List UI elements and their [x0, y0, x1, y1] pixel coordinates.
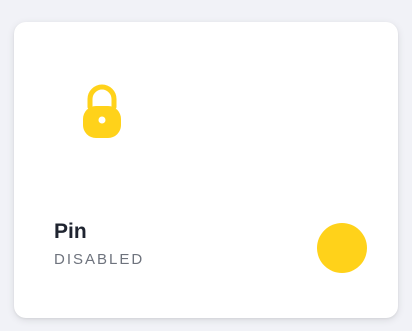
pin-card[interactable]: Pin DISABLED: [14, 22, 398, 318]
status-label: DISABLED: [54, 251, 145, 268]
card-title: Pin: [54, 220, 87, 243]
toggle-dot[interactable]: [317, 223, 367, 273]
lock-icon: [77, 82, 127, 142]
